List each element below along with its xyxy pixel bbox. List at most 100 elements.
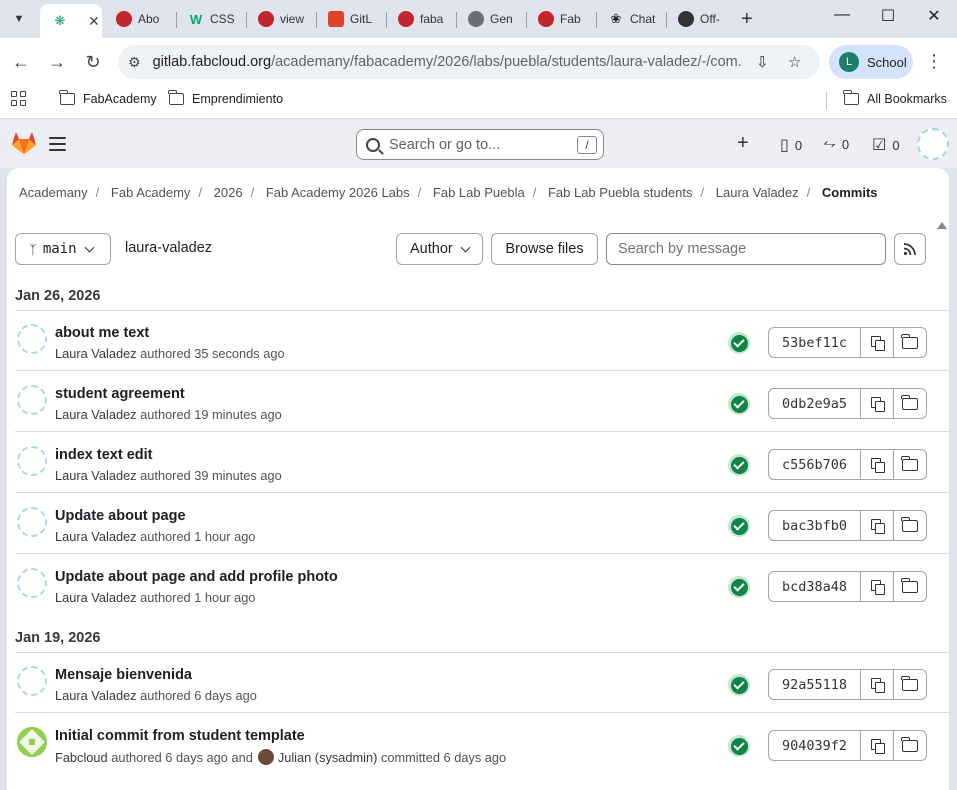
forward-arrow-icon[interactable]: → [45, 50, 69, 74]
commit-sha-button[interactable]: 92a55118 [768, 669, 861, 700]
gitlab-logo-icon[interactable] [11, 131, 37, 155]
fabcloud-avatar [17, 727, 47, 757]
commit-title-link[interactable]: about me text [55, 325, 149, 341]
install-app-icon[interactable]: ⇩ [756, 53, 769, 71]
branch-selector[interactable]: ᛉ main [15, 233, 111, 265]
pipeline-passed-icon[interactable] [728, 674, 750, 696]
commit-title-link[interactable]: index text edit [55, 447, 153, 463]
commit-meta: Laura Valadez authored 6 days ago [55, 688, 257, 703]
breadcrumb-item[interactable]: Academany [19, 185, 88, 200]
back-arrow-icon[interactable]: ← [9, 50, 33, 74]
browse-files-button[interactable]: Browse files [491, 233, 598, 265]
breadcrumb-item[interactable]: Fab Lab Puebla [433, 185, 525, 200]
maximize-icon[interactable]: ☐ [868, 6, 908, 26]
breadcrumb-item[interactable]: 2026 [214, 185, 243, 200]
commit-author-link[interactable]: Fabcloud [55, 750, 108, 765]
browse-commit-files-button[interactable] [893, 327, 927, 358]
close-window-icon[interactable]: ✕ [914, 6, 954, 26]
commit-meta: Laura Valadez authored 19 minutes ago [55, 407, 282, 422]
commit-title-link[interactable]: Mensaje bienvenida [55, 667, 192, 683]
site-settings-icon[interactable]: ⚙ [128, 54, 141, 71]
profile-button[interactable]: L School [829, 45, 913, 79]
browse-commit-files-button[interactable] [893, 669, 927, 700]
bookmark-star-icon[interactable]: ☆ [788, 53, 801, 71]
copy-sha-button[interactable] [860, 730, 894, 761]
committer-link[interactable]: Julian (sysadmin) [278, 750, 378, 765]
breadcrumb-item[interactable]: Fab Academy [111, 185, 191, 200]
browser-tab[interactable]: view [246, 4, 312, 34]
new-tab-plus-icon[interactable]: + [741, 8, 753, 31]
breadcrumb-item[interactable]: Laura Valadez [716, 185, 799, 200]
browser-tab[interactable]: Off- [666, 4, 732, 34]
pipeline-passed-icon[interactable] [728, 576, 750, 598]
copy-sha-button[interactable] [860, 388, 894, 419]
browser-tab[interactable]: faba [386, 4, 452, 34]
pipeline-passed-icon[interactable] [728, 515, 750, 537]
author-filter-button[interactable]: Author [396, 233, 483, 265]
commit-author-link[interactable]: Laura Valadez [55, 590, 137, 605]
scroll-up-arrow[interactable] [937, 222, 947, 229]
commit-author-link[interactable]: Laura Valadez [55, 346, 137, 361]
commit-sha-button[interactable]: bac3bfb0 [768, 510, 861, 541]
browse-commit-files-button[interactable] [893, 510, 927, 541]
copy-sha-button[interactable] [860, 510, 894, 541]
breadcrumb-item[interactable]: Fab Lab Puebla students [548, 185, 693, 200]
gitlab-search-input[interactable]: Search or go to... / [356, 129, 604, 160]
todos-button[interactable]: ☑ 0 [872, 135, 900, 155]
breadcrumb-item[interactable]: Fab Academy 2026 Labs [266, 185, 410, 200]
commit-author-link[interactable]: Laura Valadez [55, 407, 137, 422]
browser-tab-active[interactable]: ❋ ✕ [40, 4, 102, 38]
reload-icon[interactable]: ↻ [81, 50, 105, 74]
search-by-message-input[interactable]: Search by message [606, 233, 886, 265]
browser-tab[interactable]: W CSS [176, 4, 246, 34]
commit-title-link[interactable]: student agreement [55, 386, 185, 402]
minimize-icon[interactable]: — [822, 6, 862, 24]
browser-menu-icon[interactable]: ⋮ [925, 51, 943, 72]
browse-commit-files-button[interactable] [893, 571, 927, 602]
commit-meta: Fabcloud authored 6 days ago and Julian … [55, 749, 507, 765]
browse-commit-files-button[interactable] [893, 388, 927, 419]
browse-commit-files-button[interactable] [893, 730, 927, 761]
pipeline-passed-icon[interactable] [728, 393, 750, 415]
commit-sha-button[interactable]: 53bef11c [768, 327, 861, 358]
copy-sha-button[interactable] [860, 669, 894, 700]
browser-tab[interactable]: Gen [456, 4, 524, 34]
commit-author-link[interactable]: Laura Valadez [55, 529, 137, 544]
commit-sha-button[interactable]: bcd38a48 [768, 571, 861, 602]
commit-sha-button[interactable]: 904039f2 [768, 730, 861, 761]
commit-sha-button[interactable]: c556b706 [768, 449, 861, 480]
folder-open-icon [901, 736, 918, 752]
tab-search-button[interactable]: ▼ [6, 7, 32, 31]
commit-sha-button[interactable]: 0db2e9a5 [768, 388, 861, 419]
pipeline-passed-icon[interactable] [728, 454, 750, 476]
user-avatar[interactable] [917, 128, 949, 160]
all-bookmarks-button[interactable]: All Bookmarks [843, 90, 947, 106]
address-bar[interactable]: ⚙ gitlab.fabcloud.org/academany/fabacade… [118, 45, 820, 79]
browse-commit-files-button[interactable] [893, 449, 927, 480]
sidebar-toggle-icon[interactable] [49, 137, 66, 151]
commit-author-link[interactable]: Laura Valadez [55, 468, 137, 483]
merge-requests-button[interactable]: ⥊ 0 [823, 135, 849, 153]
copy-sha-button[interactable] [860, 571, 894, 602]
commit-author-link[interactable]: Laura Valadez [55, 688, 137, 703]
browser-tab[interactable]: ❀ Chat [596, 4, 664, 34]
close-tab-icon[interactable]: ✕ [88, 13, 100, 30]
commit-title-link[interactable]: Initial commit from student template [55, 728, 305, 744]
copy-sha-button[interactable] [860, 327, 894, 358]
browser-tab[interactable]: Fab [526, 4, 590, 34]
commit-title-link[interactable]: Update about page [55, 508, 186, 524]
create-new-plus-icon[interactable]: + [737, 132, 749, 155]
bookmark-folder-emprendimiento[interactable]: Emprendimiento [168, 90, 283, 106]
pipeline-passed-icon[interactable] [728, 332, 750, 354]
pipeline-passed-icon[interactable] [728, 735, 750, 757]
folder-icon [168, 90, 184, 105]
url-text[interactable]: gitlab.fabcloud.org/academany/fabacademy… [153, 54, 743, 70]
rss-feed-button[interactable] [894, 233, 926, 265]
commit-title-link[interactable]: Update about page and add profile photo [55, 569, 338, 585]
browser-tab[interactable]: GitL [316, 4, 384, 34]
issues-button[interactable]: ▯ 0 [780, 135, 802, 155]
copy-sha-button[interactable] [860, 449, 894, 480]
bookmark-folder-fabacademy[interactable]: FabAcademy [59, 90, 157, 106]
browser-tab[interactable]: Abo [104, 4, 166, 34]
apps-grid-icon[interactable] [11, 91, 26, 106]
